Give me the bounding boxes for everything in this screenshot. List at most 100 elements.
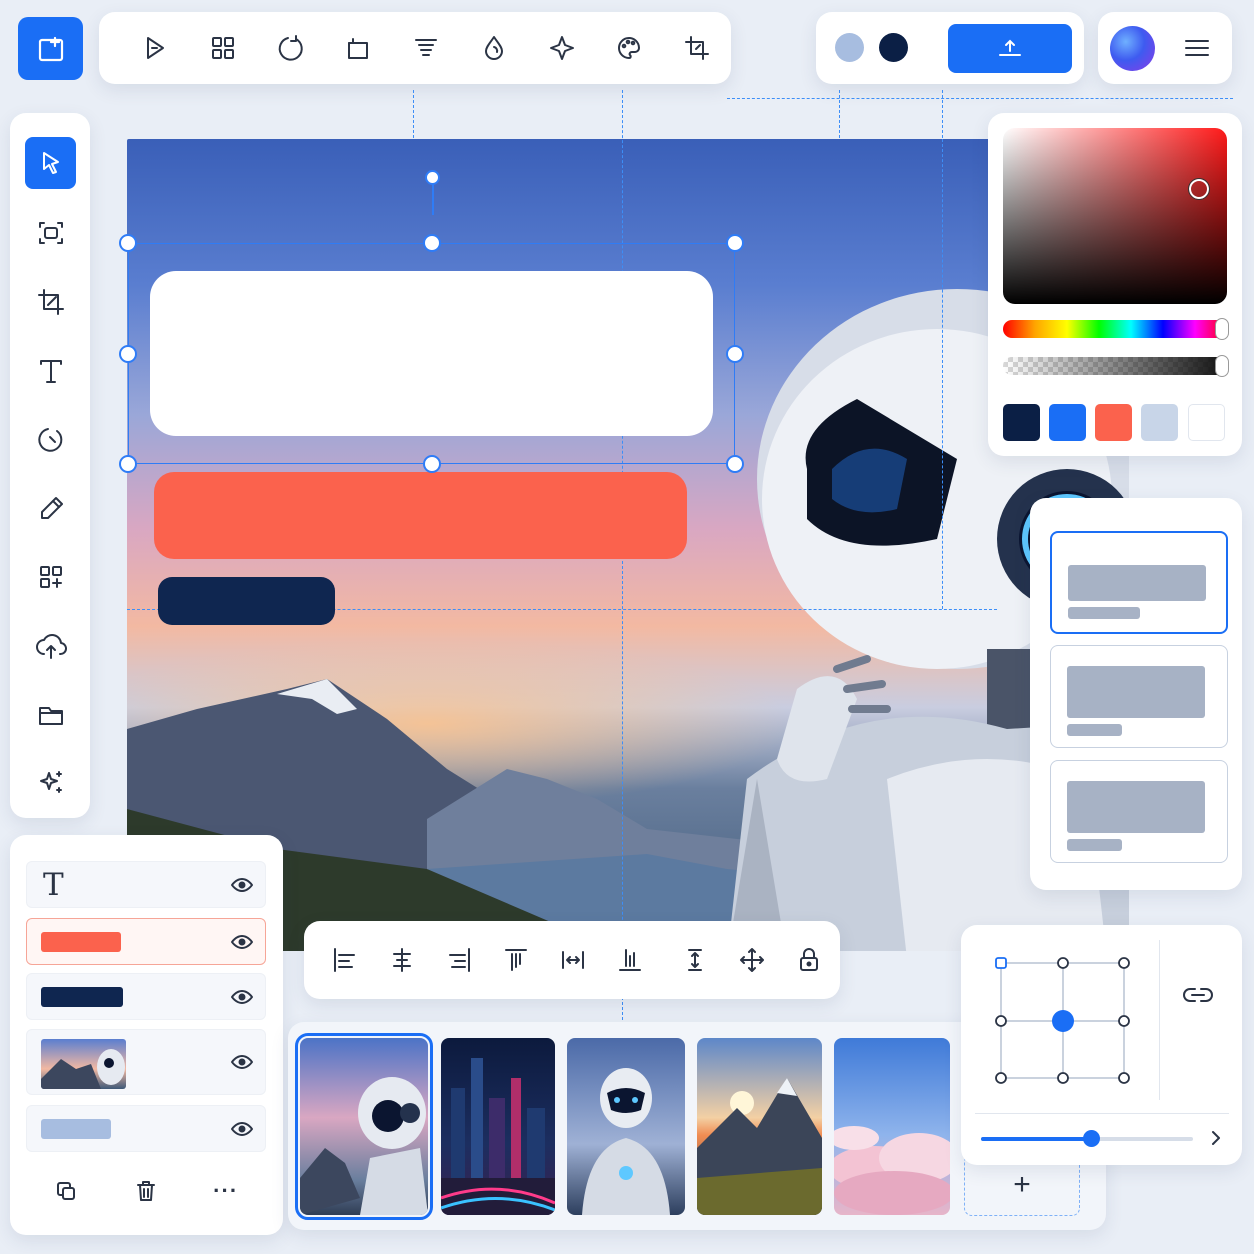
link-icon (1183, 988, 1213, 1002)
move-button[interactable] (723, 935, 780, 985)
opacity-slider[interactable] (1003, 357, 1227, 375)
anchor-grid[interactable] (991, 953, 1151, 1093)
link-button[interactable] (1181, 980, 1215, 1010)
selection-box[interactable] (128, 243, 735, 464)
page-thumbnail[interactable] (441, 1038, 555, 1215)
add-page-button[interactable] (18, 17, 83, 80)
visibility-toggle[interactable] (219, 1106, 265, 1151)
lock-button[interactable] (780, 935, 837, 985)
align-right-button[interactable] (430, 935, 487, 985)
layer-text[interactable]: T (26, 861, 266, 908)
rotation-handle[interactable] (425, 170, 440, 185)
page-thumbnail[interactable] (567, 1038, 685, 1215)
rotation-handle-line (432, 180, 434, 215)
align-center-h-button[interactable] (373, 935, 430, 985)
crop-button[interactable] (663, 22, 731, 74)
visibility-toggle[interactable] (219, 1030, 265, 1094)
saturation-cursor[interactable] (1188, 178, 1210, 200)
hue-slider-knob[interactable] (1215, 318, 1229, 340)
swatch-light-blue[interactable] (1141, 404, 1178, 441)
template-card[interactable] (1050, 531, 1228, 634)
size-slider[interactable] (981, 1130, 1193, 1147)
swatch-blue[interactable] (1049, 404, 1086, 441)
swatch-navy[interactable] (1003, 404, 1040, 441)
top-toolbar (99, 12, 731, 84)
magic-icon (39, 771, 62, 793)
template-card[interactable] (1050, 645, 1228, 748)
pen-icon (40, 497, 63, 519)
align-bottom-button[interactable] (601, 935, 658, 985)
text-block-coral[interactable] (154, 472, 687, 559)
magic-tool[interactable] (25, 757, 76, 809)
color-dot-dark[interactable] (879, 33, 908, 62)
layer-image[interactable] (26, 1029, 266, 1095)
sparkle-icon (549, 36, 574, 60)
layer-color-chip (41, 987, 123, 1007)
rotate-button[interactable] (257, 22, 325, 74)
align-top-icon (504, 949, 527, 971)
visibility-toggle[interactable] (219, 919, 265, 964)
visibility-toggle[interactable] (219, 974, 265, 1019)
avatar[interactable] (1110, 26, 1155, 71)
delete-layer-button[interactable] (134, 1179, 158, 1203)
components-icon (39, 566, 62, 588)
layer-navy-block[interactable] (26, 973, 266, 1020)
align-top-button[interactable] (487, 935, 544, 985)
effects-button[interactable] (528, 22, 596, 74)
resize-handle-br[interactable] (726, 455, 744, 473)
distribute-h-button[interactable] (544, 935, 601, 985)
saturation-area[interactable] (1003, 128, 1227, 304)
layer-light-block[interactable] (26, 1105, 266, 1152)
align-left-button[interactable] (316, 935, 373, 985)
guide-line (727, 98, 1233, 99)
hue-slider[interactable] (1003, 320, 1227, 338)
grid-icon (211, 37, 234, 59)
frame-button[interactable] (324, 22, 392, 74)
resize-handle-tr[interactable] (726, 234, 744, 252)
play-button[interactable] (121, 22, 189, 74)
expand-button[interactable] (1209, 1128, 1223, 1148)
size-slider-knob[interactable] (1083, 1130, 1101, 1147)
resize-handle-bl[interactable] (119, 455, 137, 473)
grid-button[interactable] (189, 22, 257, 74)
visibility-toggle[interactable] (219, 862, 265, 907)
upload-tool[interactable] (25, 620, 76, 672)
palette-button[interactable] (595, 22, 663, 74)
play-icon (146, 37, 164, 59)
resize-handle-b[interactable] (423, 455, 441, 473)
opacity-slider-knob[interactable] (1215, 355, 1229, 377)
text-align-button[interactable] (392, 22, 460, 74)
distribute-v-button[interactable] (666, 935, 723, 985)
color-dot-light[interactable] (835, 33, 864, 62)
frame-select-tool[interactable] (25, 207, 76, 259)
page-thumbnail[interactable] (834, 1038, 950, 1215)
resize-handle-r[interactable] (726, 345, 744, 363)
menu-button[interactable] (1182, 34, 1212, 62)
page-thumbnail[interactable] (697, 1038, 822, 1215)
export-button[interactable] (948, 24, 1072, 73)
pen-tool[interactable] (25, 483, 76, 535)
layer-image-thumbnail (41, 1039, 126, 1089)
select-tool[interactable] (25, 137, 76, 189)
rotate-tool[interactable] (25, 414, 76, 466)
page-thumbnail[interactable] (295, 1033, 433, 1220)
resize-handle-l[interactable] (119, 345, 137, 363)
swatch-coral[interactable] (1095, 404, 1132, 441)
swatch-white[interactable] (1188, 404, 1225, 441)
components-tool[interactable] (25, 551, 76, 603)
folder-tool[interactable] (25, 689, 76, 741)
fill-button[interactable] (460, 22, 528, 74)
template-card[interactable] (1050, 760, 1228, 863)
text-block-navy[interactable] (158, 577, 335, 625)
text-tool[interactable] (25, 345, 76, 397)
layer-coral-block[interactable] (26, 918, 266, 965)
hamburger-menu-icon (1185, 40, 1209, 56)
resize-handle-tl[interactable] (119, 234, 137, 252)
resize-handle-t[interactable] (423, 234, 441, 252)
crop-tool[interactable] (25, 276, 76, 328)
duplicate-layer-button[interactable] (54, 1179, 78, 1203)
more-options-button[interactable]: ··· (213, 1178, 238, 1204)
align-bottom-icon (618, 949, 641, 971)
layers-footer: ··· (26, 1162, 266, 1219)
layer-color-chip (41, 932, 121, 952)
